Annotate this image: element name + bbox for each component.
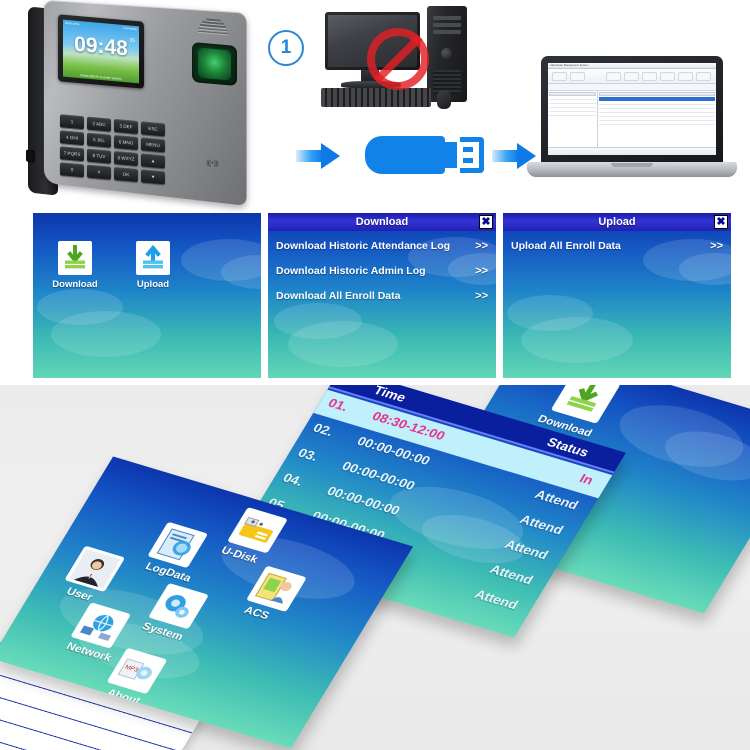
chevron-right-icon: >> xyxy=(475,290,488,302)
software-filter-bar xyxy=(548,84,716,91)
terminal-keypad[interactable]: 1 2 ABC 3 DEF ESC 4 GHI 5 JKL 6 MNO MENU… xyxy=(60,114,170,185)
software-record-grid xyxy=(598,91,716,147)
key-3[interactable]: 3 DEF xyxy=(114,118,138,135)
download-icon[interactable] xyxy=(550,385,621,424)
download-panel[interactable]: Download ✖ Download Historic Attendance … xyxy=(268,213,496,378)
laptop-base xyxy=(527,162,737,177)
mouse-icon xyxy=(437,90,451,109)
key-6[interactable]: 6 MNO xyxy=(114,134,138,151)
key-0[interactable]: 0 xyxy=(60,162,84,178)
no-pc-required-icon xyxy=(367,28,429,90)
column-header-time: Time xyxy=(371,385,409,405)
software-toolbar xyxy=(548,69,716,84)
attendance-software-window: Attendance Management System xyxy=(548,63,716,155)
chevron-right-icon: >> xyxy=(475,265,488,277)
menu-item-download-all-enroll-data[interactable]: Download All Enroll Data >> xyxy=(276,285,488,307)
display-clock: 09:48 xyxy=(74,32,128,61)
terminal-display: Welcome Company 09:48 35 Press MENU to e… xyxy=(63,19,139,84)
speaker-grille-icon xyxy=(198,18,228,37)
menu-item-download-admin-log[interactable]: Download Historic Admin Log >> xyxy=(276,260,488,282)
terminal-usb-port-icon xyxy=(26,149,35,163)
display-status-right: Company xyxy=(123,25,137,32)
key-8[interactable]: 8 TUV xyxy=(87,148,111,164)
row-status: In xyxy=(576,470,597,488)
ui-panels-row: Download Upload Download ✖ Download Hist… xyxy=(0,213,750,381)
upload-icon[interactable] xyxy=(136,241,170,275)
key-1[interactable]: 1 xyxy=(60,114,84,130)
close-icon[interactable]: ✖ xyxy=(479,215,493,229)
pc-tower-icon xyxy=(427,6,467,102)
fingerprint-terminal: Welcome Company 09:48 35 Press MENU to e… xyxy=(18,0,250,206)
download-icon[interactable] xyxy=(58,241,92,275)
desktop-pc-group xyxy=(315,6,495,111)
key-2[interactable]: 2 ABC xyxy=(87,116,111,132)
upload-panel-title: Upload xyxy=(503,213,731,231)
row-index: 02. xyxy=(310,420,337,439)
key-7[interactable]: 7 PQRS xyxy=(60,146,84,162)
main-menu-panel[interactable]: Download Upload xyxy=(33,213,261,378)
key-hash[interactable]: # xyxy=(87,164,111,180)
software-tree-pane xyxy=(548,91,599,147)
step-number-badge: 1 xyxy=(268,30,304,66)
key-ok[interactable]: OK xyxy=(114,166,138,183)
row-index: 03. xyxy=(295,445,322,464)
menu-item-upload-all-enroll-data[interactable]: Upload All Enroll Data >> xyxy=(511,235,723,257)
screenshot-root: Welcome Company 09:48 35 Press MENU to e… xyxy=(0,0,750,750)
software-status-bar xyxy=(548,147,716,155)
u-disk-icon xyxy=(365,133,484,177)
display-status-left: Welcome xyxy=(65,20,80,27)
user-icon[interactable] xyxy=(64,545,126,593)
chevron-right-icon: >> xyxy=(710,240,723,252)
menu-item-label: Download All Enroll Data xyxy=(276,290,401,302)
flow-arrow-1 xyxy=(296,143,340,169)
download-panel-title: Download xyxy=(268,213,496,231)
key-esc[interactable]: ESC xyxy=(141,121,165,137)
download-tile-label: Download xyxy=(52,279,98,290)
key-5[interactable]: 5 JKL xyxy=(87,132,111,148)
perspective-scene: Download Time Status 01. 08:30-12:00 In … xyxy=(0,385,750,750)
menu-label-acs: ACS xyxy=(241,604,272,622)
row-index: 04. xyxy=(280,470,307,489)
key-up[interactable]: ▲ xyxy=(141,153,165,169)
key-9[interactable]: 9 WXYZ xyxy=(114,150,138,167)
menu-item-label: Download Historic Attendance Log xyxy=(276,240,451,252)
menu-item-label: Upload All Enroll Data xyxy=(511,240,621,252)
laptop-icon: Attendance Management System xyxy=(527,56,737,192)
keyboard-icon xyxy=(321,88,431,107)
key-down[interactable]: ▼ xyxy=(141,169,165,185)
display-seconds: 35 xyxy=(129,37,135,44)
key-4[interactable]: 4 GHI xyxy=(60,130,84,146)
upload-panel[interactable]: Upload ✖ Upload All Enroll Data >> xyxy=(503,213,731,378)
fingerprint-sensor-icon[interactable] xyxy=(192,42,237,86)
key-menu[interactable]: MENU xyxy=(141,137,165,153)
display-footer-hint: Press MENU to enter system xyxy=(80,73,122,81)
top-flow-section: Welcome Company 09:48 35 Press MENU to e… xyxy=(0,0,750,206)
chevron-right-icon: >> xyxy=(475,240,488,252)
row-index: 01. xyxy=(325,395,352,414)
upload-tile-label: Upload xyxy=(136,279,170,290)
menu-item-download-attendance-log[interactable]: Download Historic Attendance Log >> xyxy=(276,235,488,257)
close-icon[interactable]: ✖ xyxy=(714,215,728,229)
software-title-text: Attendance Management System xyxy=(550,64,589,67)
logdata-icon[interactable] xyxy=(147,521,209,569)
menu-item-label: Download Historic Admin Log xyxy=(276,265,426,277)
terminal-screen-bezel: Welcome Company 09:48 35 Press MENU to e… xyxy=(58,14,144,89)
